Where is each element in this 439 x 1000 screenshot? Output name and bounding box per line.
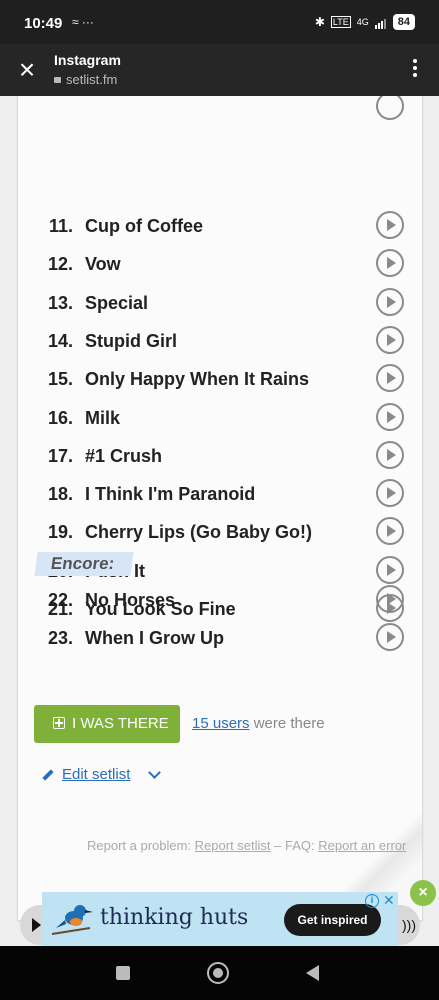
ad-dismiss-icon[interactable]: × [410, 880, 436, 906]
song-number: 15. [47, 369, 73, 390]
users-link[interactable]: 15 users [192, 715, 250, 732]
edit-setlist-link[interactable]: Edit setlist [62, 766, 130, 783]
status-right: ✱ LTE 4G 84 [315, 14, 415, 30]
song-number: 14. [47, 330, 73, 351]
lock-icon [54, 77, 61, 83]
song-title[interactable]: #1 Crush [85, 446, 162, 467]
song-row: 15. Only Happy When It Rains [18, 361, 422, 397]
browser-header: × Instagram setlist.fm [0, 44, 439, 96]
play-icon[interactable] [376, 211, 404, 239]
play-button-partial[interactable] [376, 96, 404, 120]
notification-icons: ≈ ··· [72, 15, 94, 29]
i-was-there-button[interactable]: I WAS THERE [34, 705, 180, 743]
song-title[interactable]: No Horses [85, 590, 175, 611]
ad-brand-text: thinking huts [100, 905, 249, 930]
song-row: 17. #1 Crush [18, 438, 422, 474]
song-row: 23. When I Grow Up [18, 620, 422, 656]
song-number: 12. [47, 254, 73, 275]
play-icon[interactable] [376, 249, 404, 278]
song-row: 18. I Think I'm Paranoid [18, 476, 422, 512]
chevron-down-icon[interactable] [148, 766, 161, 779]
ad-close-icon[interactable]: ✕ [383, 892, 395, 909]
play-icon[interactable] [376, 479, 404, 508]
users-suffix: were there [249, 715, 325, 732]
back-icon[interactable] [306, 965, 319, 981]
bluetooth-icon: ✱ [314, 15, 325, 29]
song-row: 11. Cup of Coffee [18, 208, 422, 244]
faq-prefix: – FAQ: [270, 838, 319, 853]
song-number: 17. [47, 445, 73, 466]
song-number: 13. [47, 292, 73, 313]
play-icon[interactable] [376, 517, 404, 546]
song-title[interactable]: I Think I'm Paranoid [85, 484, 255, 505]
song-title[interactable]: Cherry Lips (Go Baby Go!) [85, 522, 312, 543]
play-icon[interactable] [376, 585, 404, 613]
song-number: 11. [48, 216, 73, 236]
i-was-there-label: I WAS THERE [72, 715, 169, 732]
play-icon[interactable] [376, 623, 404, 652]
song-row: 16. Milk [18, 400, 422, 436]
song-row: 14. Stupid Girl [18, 323, 422, 359]
song-title[interactable]: Only Happy When It Rains [85, 369, 309, 390]
song-title[interactable]: Milk [85, 408, 120, 429]
play-icon[interactable] [376, 555, 404, 584]
kingfisher-bird-icon [51, 905, 93, 935]
report-row: Report a problem: Report setlist – FAQ: … [87, 838, 406, 853]
pencil-icon [42, 769, 54, 781]
play-icon[interactable] [376, 402, 404, 431]
song-title[interactable]: Special [85, 293, 148, 314]
home-icon[interactable] [207, 962, 229, 984]
plus-box-icon [53, 717, 65, 729]
system-nav-bar [0, 946, 439, 1000]
report-error-link[interactable]: Report an error [318, 838, 406, 853]
song-number: 16. [47, 407, 73, 428]
song-number: 19. [47, 522, 73, 543]
page-content: 11. Cup of Coffee 12. Vow 13. Special 14. Stupi… [0, 96, 439, 946]
report-prefix: Report a problem: [87, 838, 195, 853]
song-row: 22. No Horses [18, 582, 422, 618]
song-title[interactable]: When I Grow Up [85, 628, 224, 649]
status-time: 10:49 [24, 15, 63, 32]
ad-info-icon[interactable]: i [365, 894, 379, 908]
header-title: Instagram [54, 52, 121, 68]
song-row: 19. Cherry Lips (Go Baby Go!) [18, 514, 422, 550]
play-icon[interactable] [376, 440, 404, 469]
report-setlist-link[interactable]: Report setlist [195, 838, 271, 853]
network-type: 4G [356, 17, 369, 27]
encore-label: Encore: [34, 552, 134, 576]
ad-cta-button[interactable]: Get inspired [284, 904, 381, 936]
ad-banner[interactable]: thinking huts Get inspired i ✕ [42, 892, 398, 946]
song-title[interactable]: Cup of Coffee [85, 216, 203, 237]
status-bar: 10:49 ≈ ··· ✱ LTE 4G 84 [0, 0, 439, 44]
url-text: setlist.fm [66, 72, 118, 87]
song-title[interactable]: Stupid Girl [85, 331, 177, 352]
attendance-text: 15 users were there [192, 715, 325, 732]
play-icon[interactable] [376, 287, 404, 316]
header-url: setlist.fm [54, 72, 117, 87]
song-number: 18. [47, 484, 73, 505]
song-number: 22. [47, 590, 73, 610]
more-menu-icon[interactable] [405, 56, 425, 84]
song-row: 13. Special [18, 285, 422, 321]
song-number: 23. [47, 628, 73, 649]
song-title[interactable]: Vow [85, 254, 121, 275]
recent-apps-icon[interactable] [116, 966, 130, 980]
play-icon[interactable] [376, 325, 404, 354]
song-row: 12. Vow [18, 246, 422, 282]
battery-icon: 84 [392, 14, 415, 30]
lte-icon: LTE [330, 16, 351, 28]
close-icon[interactable]: × [12, 56, 42, 86]
setlist-card: 11. Cup of Coffee 12. Vow 13. Special 14. Stupi… [18, 96, 422, 920]
play-icon[interactable] [376, 364, 404, 393]
signal-icon [374, 15, 387, 29]
